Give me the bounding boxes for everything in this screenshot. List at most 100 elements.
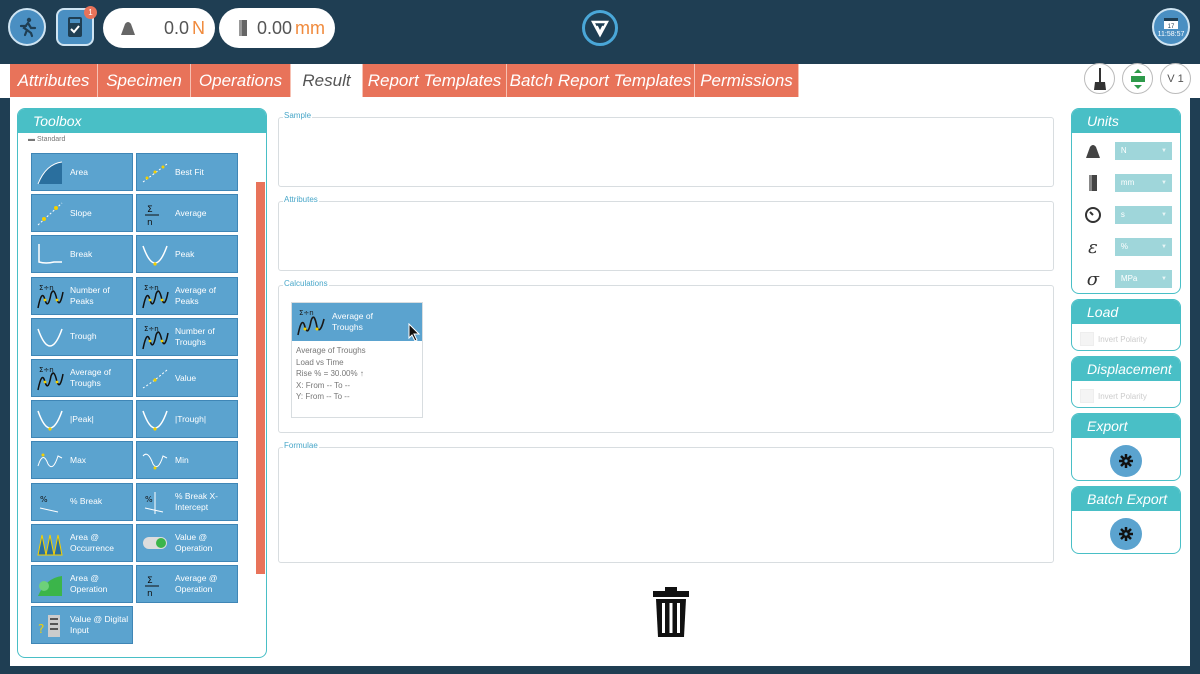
exit-button[interactable] <box>8 8 46 46</box>
displacement-readout: 0.00 mm <box>219 8 335 48</box>
tab-specimen[interactable]: Specimen <box>98 64 191 97</box>
number-of-troughs-icon: Σ÷n <box>142 325 169 349</box>
strain-unit-select[interactable]: % ▼ <box>1114 238 1172 256</box>
device-checklist-button[interactable]: 1 <box>56 6 97 46</box>
toolbox-item-label: Average of Peaks <box>175 284 216 306</box>
units-panel: Units N ▼ mm ▼ s ▼ ε % ▼ σ MPa ▼ <box>1071 108 1181 294</box>
broom-icon <box>1093 67 1106 90</box>
toolbox-item[interactable]: Best Fit <box>136 153 238 191</box>
calendar-clock-button[interactable]: 17 11:58:57 <box>1152 8 1190 46</box>
load-panel: Load Invert Polarity <box>1071 299 1181 351</box>
toolbox-item-label: Best Fit <box>175 166 204 177</box>
toolbox-item[interactable]: Area @ Occurrence <box>31 523 133 562</box>
gear-icon <box>1119 454 1133 468</box>
toolbox-item[interactable]: |Trough| <box>136 400 238 439</box>
batch-export-settings-button[interactable] <box>1110 518 1142 550</box>
number-of-peaks-icon: Σ÷n <box>37 284 64 308</box>
average-icon: Σn <box>145 205 159 227</box>
toolbox-item[interactable]: Σ÷n Average of Peaks <box>136 276 238 315</box>
tab-attributes[interactable]: Attributes <box>10 64 98 97</box>
toolbox-item-label: Number of Peaks <box>70 284 110 306</box>
toolbox-item[interactable]: % % Break <box>31 482 133 521</box>
toolbox-scrollbar[interactable] <box>256 182 265 574</box>
average-at-operation-icon: Σn <box>145 576 159 598</box>
toolbox-section-standard[interactable]: ▬ Standard <box>28 136 266 143</box>
area-icon <box>37 161 63 185</box>
clock-icon <box>1082 205 1104 225</box>
svg-text:17: 17 <box>1168 24 1175 30</box>
export-settings-button[interactable] <box>1110 445 1142 477</box>
displacement-invert-checkbox[interactable] <box>1080 389 1094 403</box>
toolbox-item-label: Max <box>70 454 87 465</box>
unit-row-stress: σ MPa ▼ <box>1082 268 1172 290</box>
strain-icon: ε <box>1088 236 1098 258</box>
length-icon <box>1082 173 1104 193</box>
displacement-panel: Displacement Invert Polarity <box>1071 356 1181 408</box>
calc-line: Y: From -- To -- <box>296 392 350 401</box>
toolbox-item[interactable]: Σn Average @ Operation <box>136 565 238 603</box>
toolbox-item[interactable]: Σn Average <box>136 194 238 233</box>
sample-panel[interactable]: Sample <box>278 111 1054 187</box>
gear-icon <box>1119 527 1133 541</box>
toolbox-item[interactable]: Trough <box>31 317 133 356</box>
toolbox-item[interactable]: Slope <box>31 194 133 233</box>
fit-height-button[interactable] <box>1122 63 1153 94</box>
abs-peak-icon <box>37 410 63 431</box>
toolbox-item[interactable]: Value @ Operation <box>136 523 238 562</box>
tab-batch-report-templates[interactable]: Batch Report Templates <box>507 64 695 97</box>
tab-permissions[interactable]: Permissions <box>695 64 799 97</box>
load-invert-polarity[interactable]: Invert Polarity <box>1080 332 1147 346</box>
toolbox-item-label: |Peak| <box>70 413 94 424</box>
toolbox-item-label: Value @ Operation <box>175 531 213 553</box>
load-unit-select[interactable]: N ▼ <box>1114 142 1172 160</box>
toolbox-item[interactable]: Area @ Operation <box>31 565 133 603</box>
toolbox-item-label: Area <box>70 166 88 177</box>
tab-result[interactable]: Result <box>291 64 363 97</box>
average-of-troughs-icon: Σ÷n <box>297 309 325 336</box>
load-readout: 0.0 N <box>103 8 215 48</box>
sample-label: Sample <box>283 111 313 120</box>
formulae-panel[interactable]: Formulae <box>278 441 1054 563</box>
toolbox-item-label: Average @ Operation <box>175 573 218 594</box>
calc-line: Load vs Time <box>296 357 344 367</box>
min-icon <box>142 454 168 470</box>
time-unit-select[interactable]: s ▼ <box>1114 206 1172 224</box>
toolbox-item[interactable]: Σ÷n Number of Troughs <box>136 317 238 356</box>
toolbox-item[interactable]: Area <box>31 153 133 191</box>
toolbox-item[interactable]: Value <box>136 359 238 397</box>
calculation-card[interactable]: Σ÷n Average of Troughs Average of Trough… <box>291 302 423 418</box>
app-logo <box>582 10 618 46</box>
toolbox-item-label: % Break <box>70 496 103 507</box>
average-of-peaks-icon: Σ÷n <box>142 284 169 308</box>
toolbox-item-label: % Break X-Intercept <box>175 490 218 512</box>
toolbox-item[interactable]: Min <box>136 441 238 480</box>
length-unit-select[interactable]: mm ▼ <box>1114 174 1172 192</box>
value-icon <box>142 369 168 389</box>
trash-icon[interactable] <box>652 586 690 638</box>
tab-operations[interactable]: Operations <box>191 64 291 97</box>
attributes-panel[interactable]: Attributes <box>278 195 1054 271</box>
tab-report-templates[interactable]: Report Templates <box>363 64 507 97</box>
area-at-occurrence-icon <box>37 534 63 556</box>
load-invert-checkbox[interactable] <box>1080 332 1094 346</box>
toolbox-item[interactable]: ? Value @ Digital Input <box>31 606 133 645</box>
toolbox-item[interactable]: Max <box>31 441 133 480</box>
toolbox-item[interactable]: Σ÷n Number of Peaks <box>31 276 133 315</box>
batch-export-panel-title: Batch Export <box>1072 487 1180 511</box>
toolbox-item-label: Trough <box>70 331 97 342</box>
peak-icon <box>142 246 168 266</box>
displacement-value: 0.00 <box>256 17 292 38</box>
toolbox-item[interactable]: |Peak| <box>31 400 133 439</box>
svg-text:n: n <box>147 218 153 227</box>
toolbox-item[interactable]: Break <box>31 235 133 274</box>
stress-unit-select[interactable]: MPa ▼ <box>1114 270 1172 288</box>
device-check-icon <box>68 17 82 37</box>
clear-button[interactable] <box>1084 63 1115 94</box>
toolbox-item[interactable]: % % Break X-Intercept <box>136 482 238 521</box>
version-button[interactable]: V 1 <box>1160 63 1191 94</box>
toolbox-item[interactable]: Σ÷n Average of Troughs <box>31 359 133 397</box>
toolbox-item-label: |Trough| <box>175 413 207 424</box>
stress-icon: σ <box>1086 268 1100 290</box>
displacement-invert-polarity[interactable]: Invert Polarity <box>1080 389 1147 403</box>
toolbox-item[interactable]: Peak <box>136 235 238 274</box>
